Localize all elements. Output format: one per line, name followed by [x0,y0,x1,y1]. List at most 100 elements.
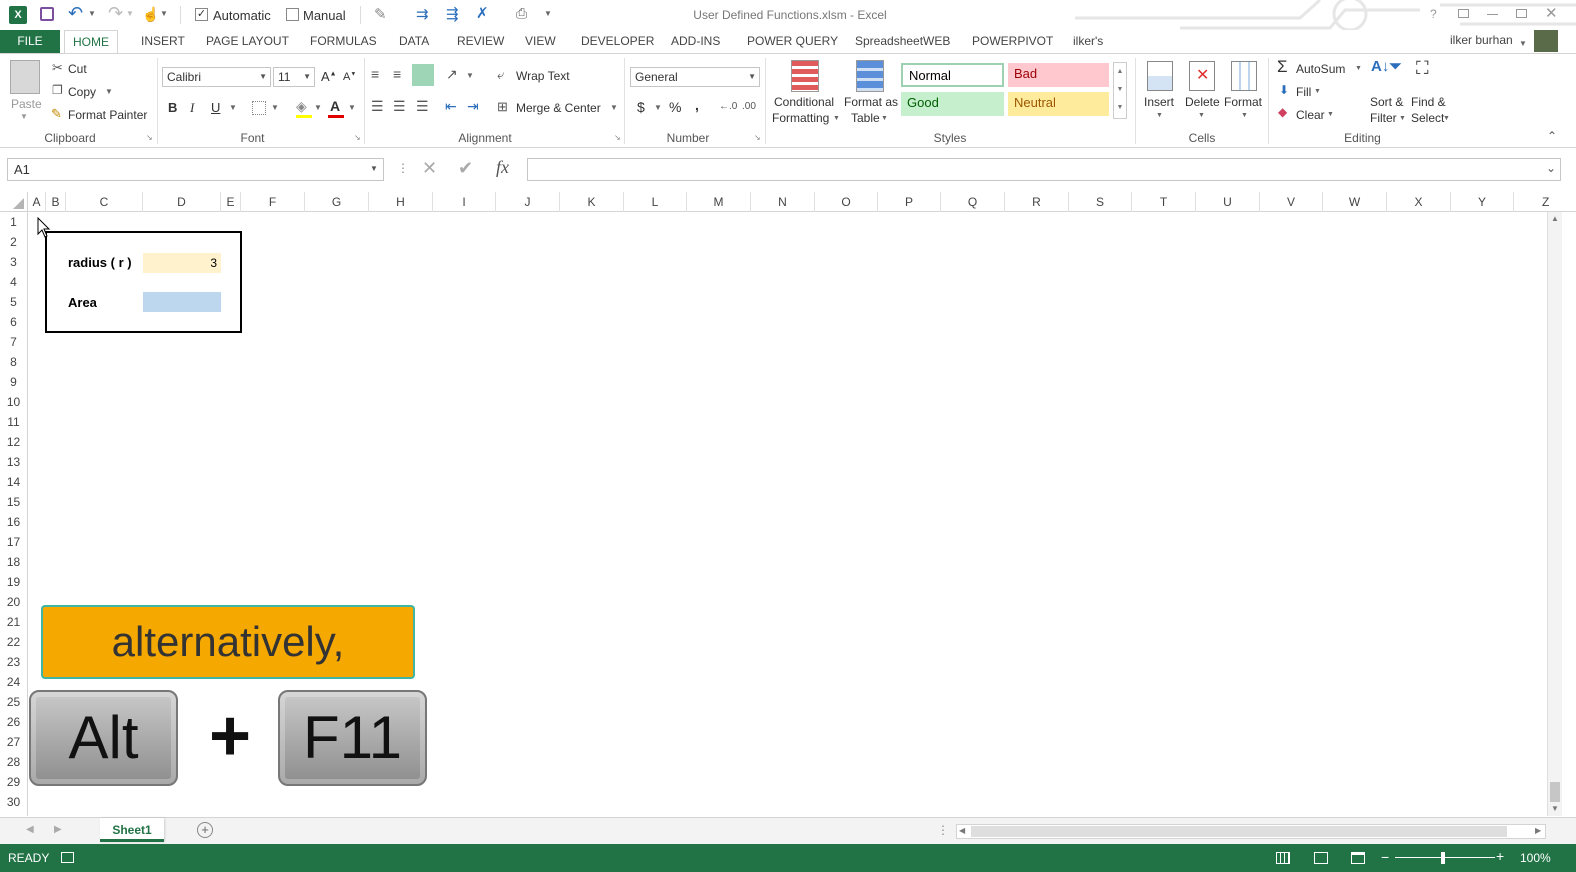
grow-font-icon[interactable]: A▲ [321,69,337,84]
increase-indent-icon[interactable]: ⇥ [467,98,479,115]
autosum-dropdown-icon[interactable]: ▼ [1355,65,1362,72]
merge-center-button[interactable]: Merge & Center [516,101,601,115]
area-label[interactable]: Area [68,295,97,310]
minimize-icon[interactable] [1487,14,1498,15]
user-name[interactable]: ilker burhan [1450,33,1513,47]
currency-button[interactable]: $ [637,99,645,115]
undo-icon[interactable]: ↶ [68,3,83,24]
row-header[interactable]: 28 [0,752,27,772]
row-header[interactable]: 30 [0,792,27,812]
scroll-down-icon[interactable]: ▼ [1551,804,1559,813]
vertical-scrollbar[interactable]: ▲ ▼ [1547,212,1562,816]
delete-button[interactable]: Delete [1185,95,1220,109]
enter-entry-icon[interactable]: ✔ [458,158,473,179]
row-header[interactable]: 17 [0,532,27,552]
clear-dropdown-icon[interactable]: ▼ [1327,111,1334,118]
row-header[interactable]: 20 [0,592,27,612]
percent-button[interactable]: % [669,99,681,115]
row-header[interactable]: 2 [0,232,27,252]
sort-filter-label-1[interactable]: Sort & [1370,95,1403,109]
scroll-up-icon[interactable]: ▲ [1551,214,1559,223]
new-sheet-icon[interactable]: + [197,822,213,838]
radius-label[interactable]: radius ( r ) [68,255,132,270]
formula-input[interactable] [527,158,1561,181]
macro-record-icon[interactable] [61,852,74,863]
column-header[interactable]: X [1387,192,1451,212]
delete-dropdown-icon[interactable]: ▼ [1198,112,1205,119]
styles-scroll[interactable]: ▲ ▼ ▼ [1113,62,1127,119]
merge-dropdown-icon[interactable]: ▼ [610,103,618,112]
column-header[interactable]: K [560,192,624,212]
conditional-formatting-label-2[interactable]: Formatting [772,111,829,125]
touch-mode-icon[interactable]: ☝ [142,6,159,23]
align-middle-icon[interactable]: ≡ [393,66,401,82]
fill-dropdown-icon[interactable]: ▼ [1314,88,1321,95]
increase-decimal-icon[interactable]: ←.0 [719,101,737,112]
column-header[interactable]: Y [1451,192,1514,212]
redo-icon[interactable]: ↷ [108,3,123,24]
row-header[interactable]: 24 [0,672,27,692]
row-header[interactable]: 8 [0,352,27,372]
vertical-scroll-thumb[interactable] [1550,782,1560,802]
row-header[interactable]: 6 [0,312,27,332]
next-sheet-icon[interactable]: ▶ [54,824,62,835]
alignment-launcher-icon[interactable]: ↘ [614,133,621,142]
touch-dropdown-icon[interactable]: ▼ [160,9,168,18]
tab-review[interactable]: REVIEW [455,30,506,53]
orientation-icon[interactable]: ↗ [446,66,458,83]
wrap-text-button[interactable]: Wrap Text [516,69,570,83]
insert-function-icon[interactable]: fx [496,157,509,178]
orientation-dropdown-icon[interactable]: ▼ [466,71,474,80]
comma-button[interactable]: , [695,97,699,113]
borders-icon[interactable] [252,101,266,115]
row-header[interactable]: 9 [0,372,27,392]
format-as-table-label-1[interactable]: Format as [844,95,898,109]
save-icon[interactable] [40,7,54,21]
cut-button[interactable]: Cut [68,62,87,76]
column-header[interactable]: L [624,192,687,212]
bold-button[interactable]: B [168,100,177,115]
tab-ilkers[interactable]: ilker's [1071,30,1105,53]
zoom-slider-thumb[interactable] [1441,852,1445,864]
tab-formulas[interactable]: FORMULAS [308,30,379,53]
avatar[interactable] [1534,30,1558,52]
row-header[interactable]: 7 [0,332,27,352]
borders-dropdown-icon[interactable]: ▼ [271,103,279,112]
column-header[interactable]: S [1069,192,1132,212]
column-header[interactable]: V [1260,192,1323,212]
tab-data[interactable]: DATA [397,30,431,53]
manual-checkbox[interactable] [286,8,299,21]
area-value-cell[interactable] [143,292,221,312]
align-bottom-icon[interactable] [412,64,434,86]
row-header[interactable]: 22 [0,632,27,652]
conditional-formatting-label-1[interactable]: Conditional [774,95,834,109]
ribbon-display-icon[interactable] [1458,9,1469,18]
find-select-label-2[interactable]: Select [1411,111,1444,125]
row-header[interactable]: 16 [0,512,27,532]
underline-dropdown-icon[interactable]: ▼ [229,103,237,112]
style-neutral[interactable]: Neutral [1008,92,1109,116]
radius-value-cell[interactable]: 3 [143,253,221,273]
page-layout-view-icon[interactable] [1314,852,1328,864]
row-header[interactable]: 13 [0,452,27,472]
calculate-icon[interactable]: ✎ [374,5,387,23]
horizontal-scroll-thumb[interactable] [971,826,1507,837]
column-header[interactable]: F [241,192,305,212]
normal-view-icon[interactable] [1276,852,1290,864]
tab-spreadsheetweb[interactable]: SpreadsheetWEB [853,30,952,53]
fill-button[interactable]: Fill [1296,85,1311,99]
zoom-slider-track[interactable] [1395,857,1495,858]
row-header[interactable]: 26 [0,712,27,732]
trace-dependents-icon[interactable]: ⇶ [446,5,459,23]
tab-file[interactable]: FILE [0,30,60,53]
zoom-in-icon[interactable]: + [1496,848,1504,864]
column-header[interactable]: I [433,192,496,212]
format-dropdown-icon[interactable]: ▼ [1241,112,1248,119]
paste-icon[interactable] [10,60,40,94]
column-header[interactable]: A [28,192,46,212]
number-format-combo[interactable]: General ▼ [630,67,760,87]
name-box-dropdown-icon[interactable]: ▼ [370,164,378,173]
tab-power-query[interactable]: POWER QUERY [745,30,840,53]
sort-dropdown-icon[interactable]: ▼ [1399,115,1406,122]
trace-precedents-icon[interactable]: ⇉ [416,5,429,23]
